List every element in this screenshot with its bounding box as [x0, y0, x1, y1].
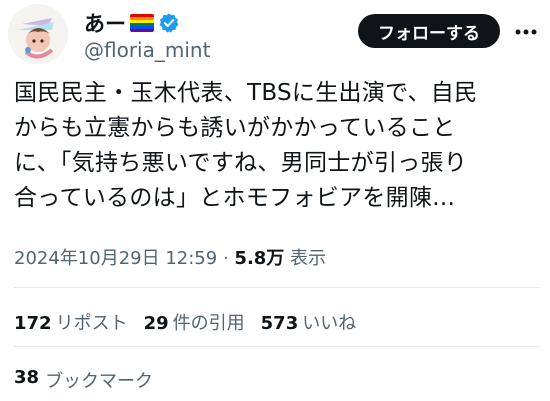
reposts-label: リポスト — [55, 313, 128, 334]
follow-button[interactable]: フォローする — [358, 14, 500, 48]
tweet-meta: 2024年10月29日 12:59 · 5.8万 表示 — [14, 244, 326, 270]
likes-count: 573 — [260, 313, 299, 334]
meta-separator: · — [222, 248, 229, 269]
rainbow-flag-icon — [130, 14, 154, 32]
divider — [14, 346, 540, 347]
avatar[interactable] — [8, 4, 68, 64]
author-name-row: あー — [84, 8, 180, 38]
tweet-text-line: からも立憲からも誘いがかかっていること — [14, 115, 456, 141]
divider — [14, 287, 540, 288]
bookmarks-stat[interactable]: 38 ブックマーク — [14, 367, 153, 393]
quotes-label: 件の引用 — [172, 313, 245, 334]
avatar-illustration-icon — [8, 4, 68, 64]
tweet-text-line: 合っているのは」とホモフォビアを開陳... — [14, 185, 456, 211]
bookmarks-count: 38 — [14, 367, 40, 388]
views-count: 5.8万 — [234, 248, 285, 269]
author-display-name[interactable]: あー — [84, 8, 126, 38]
verified-badge-icon — [159, 13, 179, 33]
tweet-header: あー @floria_mint フォローする — [0, 0, 550, 70]
tweet-text-line: に、「気持ち悪いですね、男同士が引っ張り — [14, 150, 468, 176]
engagement-stats: 172 リポスト 29 件の引用 573 いいね — [14, 309, 356, 335]
quotes-stat[interactable]: 29 件の引用 — [144, 309, 245, 335]
tweet-text-line: 国民民主・玉木代表、TBSに生出演で、自民 — [14, 80, 478, 106]
tweet-text: 国民民主・玉木代表、TBSに生出演で、自民 からも立憲からも誘いがかかっているこ… — [14, 76, 540, 216]
author-handle[interactable]: @floria_mint — [84, 38, 210, 62]
likes-label: いいね — [302, 313, 357, 334]
reposts-count: 172 — [14, 313, 52, 334]
quotes-count: 29 — [143, 313, 169, 334]
reposts-stat[interactable]: 172 リポスト — [14, 309, 128, 335]
bookmarks-label: ブックマーク — [45, 371, 154, 392]
views-label: 表示 — [290, 248, 327, 269]
more-options-icon[interactable] — [512, 18, 540, 46]
tweet-timestamp[interactable]: 2024年10月29日 12:59 — [14, 248, 217, 269]
likes-stat[interactable]: 573 いいね — [261, 309, 357, 335]
